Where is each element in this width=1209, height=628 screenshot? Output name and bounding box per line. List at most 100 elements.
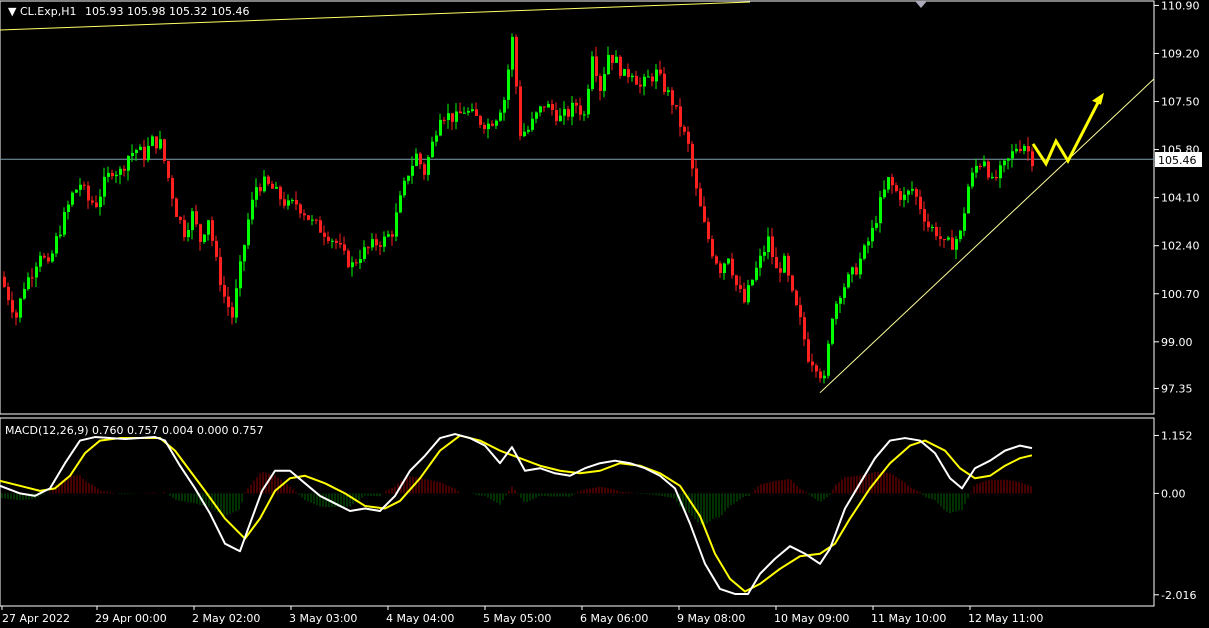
candle-body <box>987 161 990 178</box>
candle-body <box>251 199 254 220</box>
candle-body <box>823 375 826 379</box>
candle-body <box>651 76 654 82</box>
candle-body <box>231 307 234 318</box>
candle-body <box>687 131 690 144</box>
candle-body <box>679 106 682 127</box>
candle-body <box>83 184 86 186</box>
candle-body <box>683 126 686 132</box>
candle-body <box>915 189 918 197</box>
candle-body <box>779 268 782 273</box>
candle-body <box>859 258 862 275</box>
candle-body <box>547 104 550 108</box>
macd-tick-label: 0.00 <box>1161 487 1186 500</box>
candle-body <box>223 284 226 297</box>
candle-body <box>59 234 62 237</box>
candle-body <box>875 223 878 228</box>
candle-body <box>667 90 670 92</box>
candle-body <box>719 263 722 274</box>
candle-body <box>971 172 974 187</box>
candle-body <box>1011 151 1014 159</box>
candle-body <box>1003 160 1006 166</box>
candle-body <box>815 365 818 372</box>
candle-body <box>499 112 502 121</box>
candle-body <box>111 172 114 177</box>
candle-body <box>587 88 590 115</box>
candle-body <box>603 74 606 91</box>
time-tick-label: 12 May 11:00 <box>968 612 1043 625</box>
candle-body <box>783 255 786 273</box>
candle-body <box>235 288 238 318</box>
candle-body <box>11 300 14 313</box>
candle-body <box>439 119 442 136</box>
candle-body <box>415 153 418 166</box>
candle-body <box>151 136 154 146</box>
candle-body <box>379 245 382 247</box>
candle-body <box>115 174 118 177</box>
candle-body <box>751 279 754 286</box>
trading-chart[interactable]: 110.90109.20107.50105.80104.10102.40100.… <box>0 0 1209 628</box>
candle-body <box>7 286 10 301</box>
candle-body <box>347 250 350 268</box>
candle-body <box>835 303 838 319</box>
candle-body <box>55 236 58 254</box>
time-tick-label: 4 May 04:00 <box>386 612 454 625</box>
candle-body <box>795 290 798 306</box>
price-tick-label: 109.20 <box>1161 47 1200 60</box>
candle-body <box>735 275 738 286</box>
candle-body <box>255 187 258 200</box>
price-tick-label: 102.40 <box>1161 240 1200 253</box>
candle-body <box>659 69 662 74</box>
candle-body <box>451 113 454 122</box>
candle-body <box>243 245 246 262</box>
macd-label: MACD(12,26,9) 0.760 0.757 0.004 0.000 0.… <box>5 424 263 437</box>
candle-body <box>871 227 874 242</box>
candle-body <box>107 172 110 177</box>
candle-body <box>759 255 762 268</box>
candle-body <box>263 176 266 192</box>
time-tick-label: 2 May 02:00 <box>192 612 260 625</box>
current-price-marker: 105.46 <box>1155 152 1202 167</box>
candle-body <box>655 69 658 82</box>
candle-body <box>919 196 922 210</box>
candle-body <box>575 102 578 106</box>
candle-body <box>299 204 302 214</box>
candle-body <box>1015 148 1018 152</box>
candle-body <box>943 239 946 241</box>
candle-body <box>903 194 906 200</box>
candle-body <box>715 256 718 264</box>
candle-body <box>343 244 346 251</box>
candle-body <box>695 168 698 189</box>
candle-body <box>119 168 122 175</box>
candle-body <box>803 317 806 340</box>
candle-body <box>23 289 26 299</box>
candle-body <box>331 240 334 242</box>
symbol-arrow-icon[interactable]: ▼ <box>8 5 17 18</box>
candle-body <box>879 197 882 224</box>
candle-body <box>507 69 510 100</box>
candle-body <box>739 285 742 289</box>
candle-body <box>311 219 314 221</box>
candle-body <box>195 211 198 225</box>
candle-body <box>503 99 506 113</box>
candle-body <box>403 180 406 196</box>
candle-body <box>143 146 146 161</box>
candle-body <box>747 285 750 303</box>
candle-body <box>579 105 582 115</box>
candle-body <box>723 263 726 274</box>
candle-body <box>895 185 898 192</box>
candle-body <box>67 204 70 212</box>
candle-body <box>951 237 954 250</box>
candle-body <box>351 262 354 268</box>
candle-body <box>63 211 66 235</box>
candle-body <box>623 69 626 76</box>
price-tick-label: 107.50 <box>1161 96 1200 109</box>
candle-body <box>643 76 646 87</box>
candle-body <box>867 241 870 246</box>
candle-body <box>1007 158 1010 161</box>
candle-body <box>699 188 702 207</box>
candle-body <box>95 202 98 208</box>
candle-body <box>567 109 570 117</box>
candle-body <box>799 305 802 318</box>
candle-body <box>435 135 438 142</box>
time-tick-label: 11 May 10:00 <box>871 612 946 625</box>
